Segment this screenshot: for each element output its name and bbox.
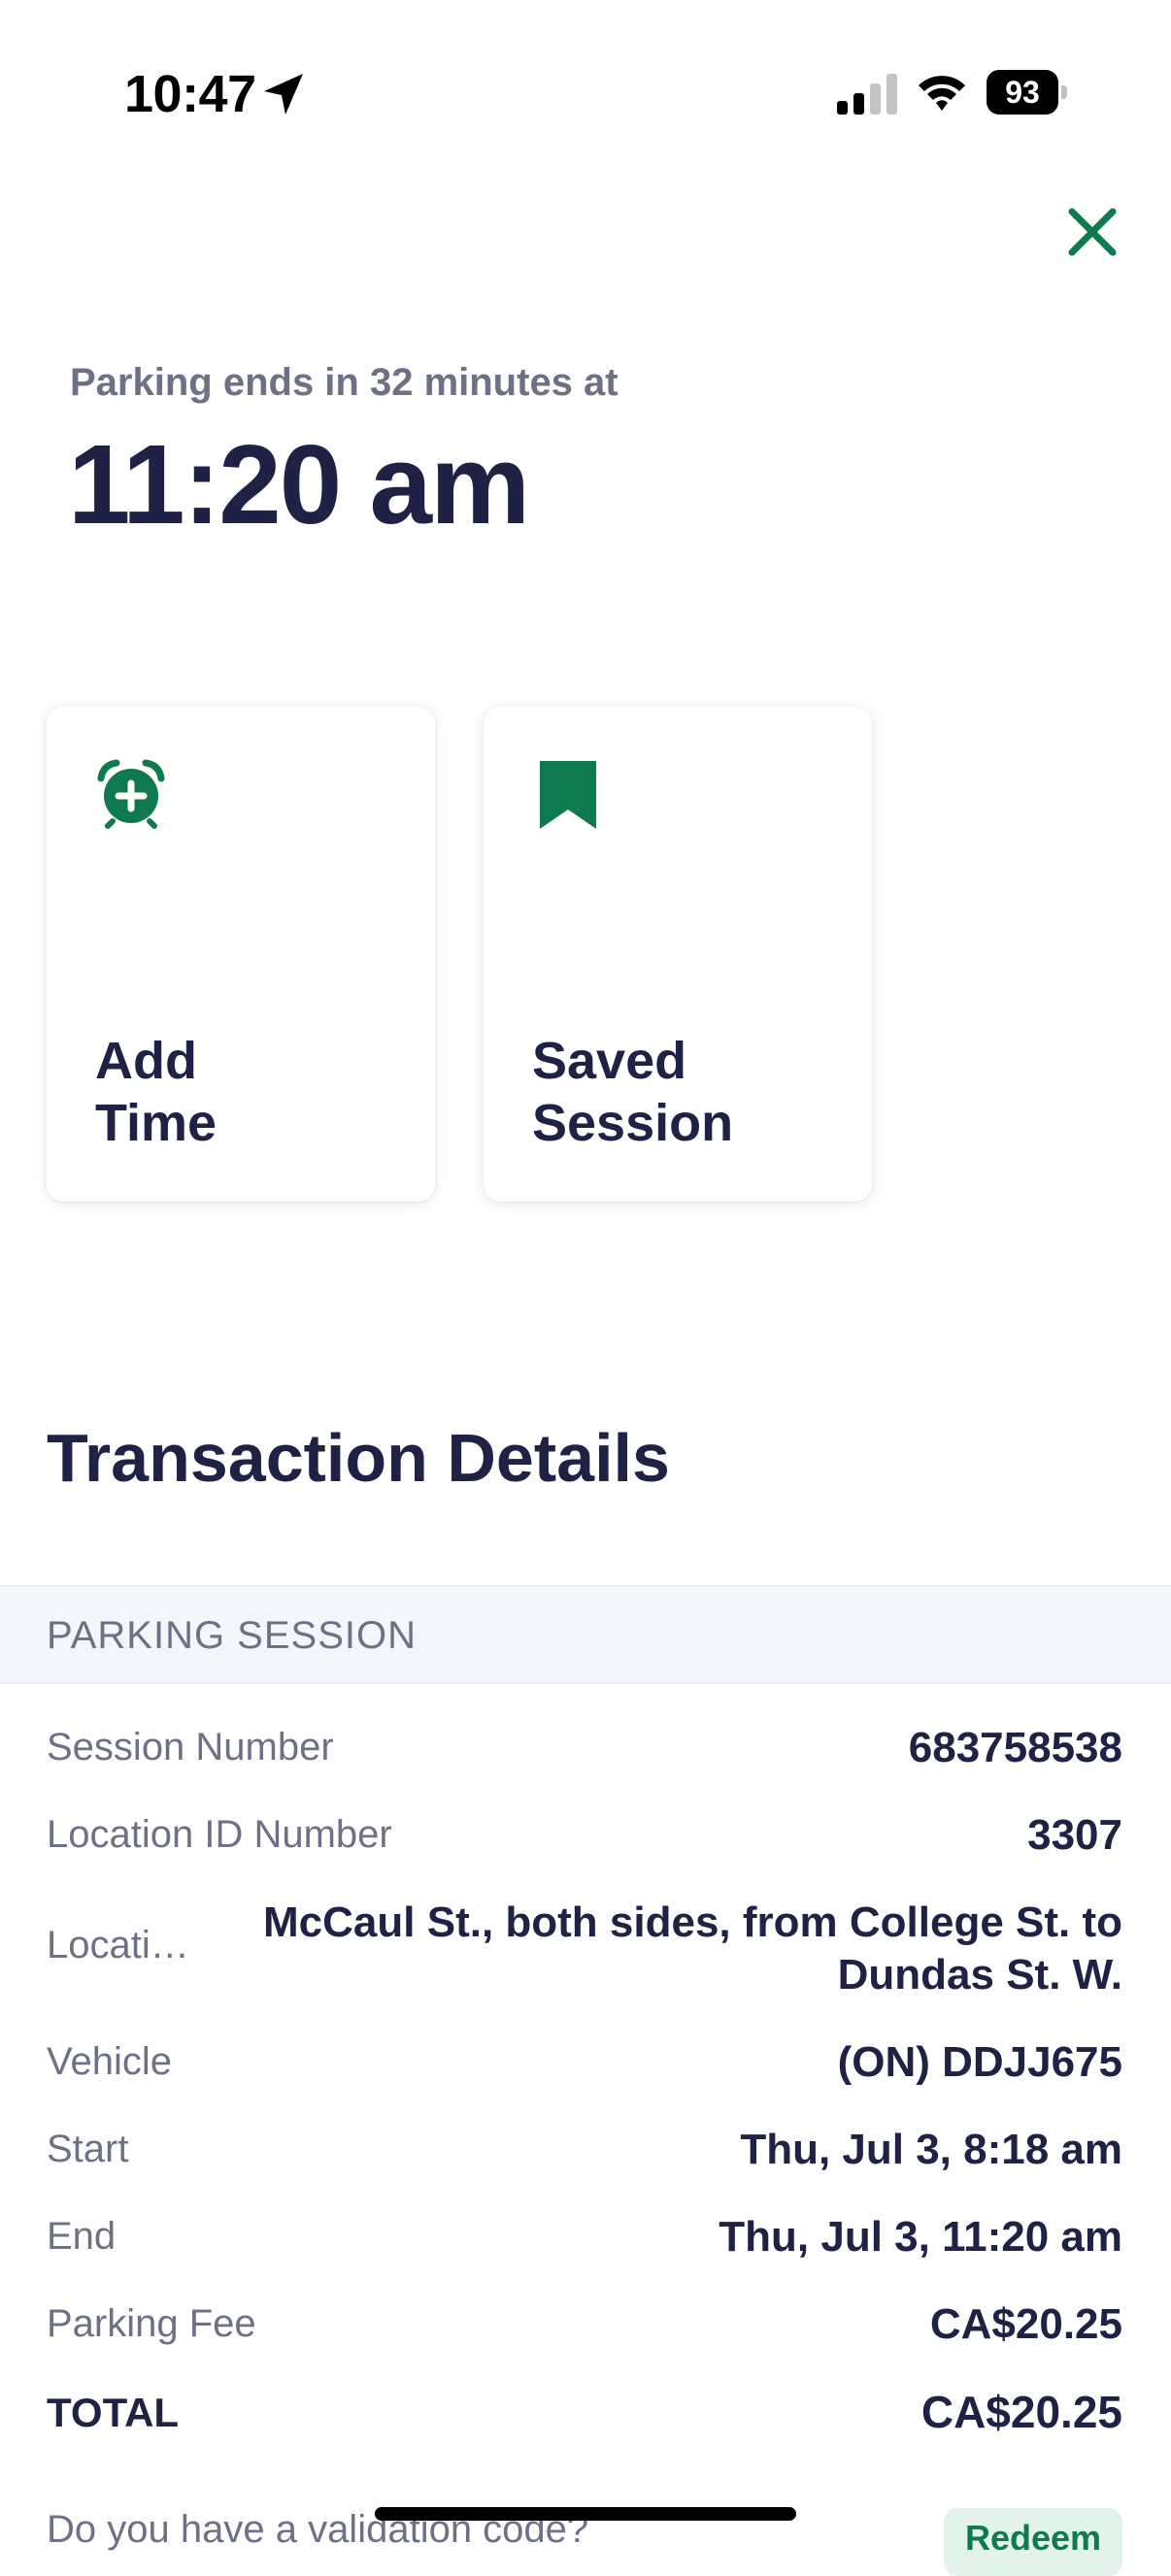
saved-session-label: Saved Session	[532, 1032, 734, 1152]
cellular-signal-icon	[837, 74, 897, 115]
vehicle-value: (ON) DDJJ675	[837, 2038, 1122, 2086]
session-number-value: 683758538	[908, 1724, 1122, 1771]
vehicle-label: Vehicle	[47, 2040, 172, 2083]
start-label: Start	[47, 2128, 129, 2170]
add-time-card[interactable]: Add Time	[47, 707, 435, 1202]
home-indicator[interactable]	[375, 2507, 796, 2521]
close-icon[interactable]	[1058, 198, 1126, 266]
location-arrow-icon	[264, 74, 303, 115]
wifi-icon	[919, 76, 965, 111]
end-value: Thu, Jul 3, 11:20 am	[719, 2213, 1122, 2261]
parking-ends-label: Parking ends in 32 minutes at	[70, 361, 619, 404]
location-value: McCaul St., both sides, from College St.…	[263, 1899, 1122, 1998]
status-time: 10:47	[124, 65, 256, 123]
parking-session-section-header: PARKING SESSION	[0, 1585, 1171, 1684]
location-id-value: 3307	[1027, 1811, 1122, 1859]
parking-fee-label: Parking Fee	[47, 2302, 256, 2345]
add-time-label: Add Time	[95, 1032, 217, 1152]
parking-fee-value: CA$20.25	[929, 2300, 1122, 2348]
battery-icon: 93	[987, 70, 1068, 115]
end-label: End	[47, 2215, 117, 2258]
bookmark-icon	[540, 761, 596, 829]
session-number-label: Session Number	[47, 1726, 334, 1768]
saved-session-card[interactable]: Saved Session	[484, 707, 872, 1202]
section-title: PARKING SESSION	[47, 1614, 418, 1657]
transaction-details-title: Transaction Details	[47, 1420, 670, 1496]
battery-level: 93	[987, 70, 1058, 115]
alarm-add-icon	[97, 759, 165, 829]
total-label: TOTAL	[47, 2390, 180, 2435]
start-value: Thu, Jul 3, 8:18 am	[740, 2126, 1122, 2173]
location-label: Locati…	[47, 1924, 189, 1966]
total-value: CA$20.25	[920, 2387, 1122, 2437]
parking-end-time: 11:20 am	[68, 421, 530, 547]
location-id-label: Location ID Number	[47, 1813, 392, 1856]
redeem-button[interactable]: Redeem	[944, 2508, 1122, 2576]
